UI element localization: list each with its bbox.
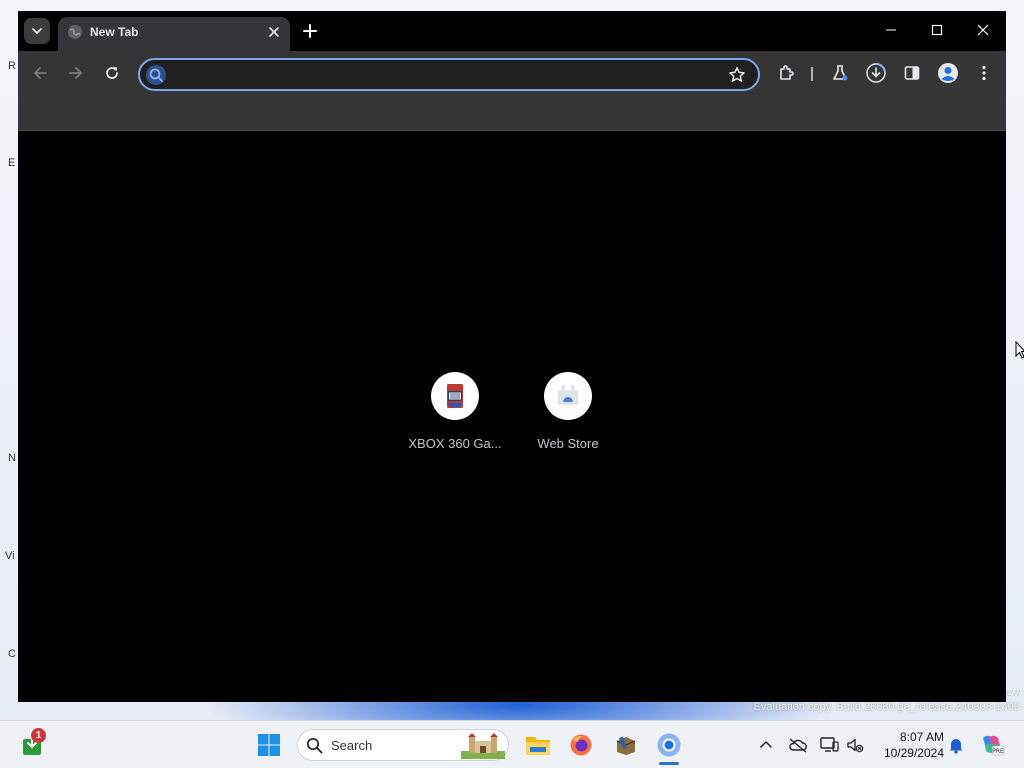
search-icon: [146, 65, 166, 85]
bookmark-star-icon[interactable]: [728, 66, 746, 84]
desktop-icon-label-fragment: N: [8, 452, 16, 464]
speaker-muted-icon: [847, 738, 864, 753]
windows-logo-icon: [258, 734, 280, 756]
rom-cartridge-icon: [447, 384, 463, 408]
avatar-icon: [938, 63, 958, 83]
tab-search-button[interactable]: [24, 18, 50, 44]
tray-volume[interactable]: [841, 731, 869, 759]
firefox-icon: [570, 734, 592, 756]
reload-button[interactable]: [100, 61, 124, 85]
taskbar-app-firefox[interactable]: [567, 731, 595, 759]
profile-button[interactable]: [936, 61, 960, 85]
cloud-off-icon: [789, 738, 807, 753]
archive-box-icon: [616, 736, 636, 755]
watermark-fragment: ew: [1005, 687, 1020, 699]
taskbar-app-file-explorer[interactable]: [524, 731, 552, 759]
notifications-button[interactable]: [942, 731, 970, 759]
notification-badge: 1: [31, 728, 46, 743]
download-button[interactable]: [864, 61, 888, 85]
search-label: Search: [331, 738, 373, 753]
evaluation-watermark: Evaluation copy. Build 26080.ge_release.…: [753, 701, 1020, 713]
shortcut-tile-web-store[interactable]: Web Store: [512, 372, 624, 451]
close-window-button[interactable]: [969, 19, 997, 41]
desktop-icon-label-fragment: Vi: [5, 550, 15, 562]
new-tab-page: XBOX 360 Ga... Web Store: [18, 132, 1006, 702]
desktop-icon-label-fragment: C: [8, 648, 16, 660]
web-store-icon: [558, 385, 578, 405]
browser-toolbar: [18, 51, 1006, 131]
side-panel-icon: [904, 66, 920, 80]
close-icon[interactable]: [267, 25, 281, 39]
bell-icon: [949, 739, 963, 754]
desktop-icon-label-fragment: R: [8, 60, 16, 72]
start-button[interactable]: [255, 731, 283, 759]
kebab-menu-icon: [982, 65, 986, 81]
taskbar-app-archive[interactable]: [612, 731, 640, 759]
chevron-down-icon: [32, 28, 42, 34]
menu-button[interactable]: [972, 61, 996, 85]
taskbar: 1 Search 8:07 AM 10/29/2024 PRE: [0, 720, 1024, 768]
tray-network[interactable]: [815, 731, 843, 759]
clock-time: 8:07 AM: [899, 730, 944, 744]
tab-title: New Tab: [90, 25, 139, 39]
address-input[interactable]: [172, 65, 712, 84]
arrow-right-icon: [69, 67, 82, 79]
mouse-cursor-icon: [1015, 341, 1024, 359]
puzzle-piece-icon: [780, 65, 794, 80]
toolbar-divider: [811, 67, 813, 81]
shortcut-label: XBOX 360 Ga...: [408, 436, 502, 451]
shortcut-label: Web Store: [537, 436, 599, 451]
tray-onedrive[interactable]: [784, 731, 812, 759]
clock[interactable]: 8:07 AM 10/29/2024: [874, 729, 944, 761]
chevron-up-icon: [760, 740, 772, 748]
svg-text:PRE: PRE: [992, 748, 1004, 755]
shortcut-tile-xbox[interactable]: XBOX 360 Ga...: [399, 372, 511, 451]
extensions-button[interactable]: [775, 61, 799, 85]
address-bar[interactable]: [138, 58, 760, 91]
maximize-icon: [931, 24, 943, 36]
browser-window: New Tab XBOX 360 Ga... Web Store: [18, 11, 1006, 702]
minimize-icon: [886, 29, 896, 31]
search-highlight-castle-icon: [461, 733, 505, 759]
chrome-icon: [657, 733, 681, 757]
shortcut-icon-circle: [544, 372, 592, 420]
globe-icon: [68, 25, 82, 39]
taskbar-app-chrome[interactable]: [655, 731, 683, 759]
shortcut-icon-circle: [431, 372, 479, 420]
close-icon: [977, 24, 989, 36]
copilot-icon: PRE: [983, 735, 1005, 756]
tab-strip: New Tab: [18, 11, 1006, 51]
active-app-indicator: [659, 762, 679, 765]
search-icon: [306, 737, 323, 754]
copilot-button[interactable]: PRE: [978, 731, 1006, 759]
tab-new-tab[interactable]: New Tab: [58, 17, 290, 51]
maximize-button[interactable]: [923, 19, 951, 41]
show-hidden-icons-button[interactable]: [752, 731, 780, 759]
taskbar-search[interactable]: Search: [297, 729, 509, 761]
new-tab-plus-icon[interactable]: [299, 20, 321, 42]
side-panel-button[interactable]: [900, 61, 924, 85]
labs-button[interactable]: [828, 61, 852, 85]
forward-button[interactable]: [64, 61, 88, 85]
network-display-icon: [820, 737, 839, 752]
arrow-left-icon: [34, 67, 47, 79]
folder-icon: [526, 737, 550, 755]
desktop-icon-label-fragment: E: [8, 157, 16, 169]
minimize-button[interactable]: [877, 19, 905, 41]
clock-date: 10/29/2024: [883, 746, 944, 760]
download-icon: [866, 63, 886, 83]
reload-icon: [106, 67, 118, 79]
flask-icon: [833, 65, 848, 81]
back-button[interactable]: [28, 61, 52, 85]
